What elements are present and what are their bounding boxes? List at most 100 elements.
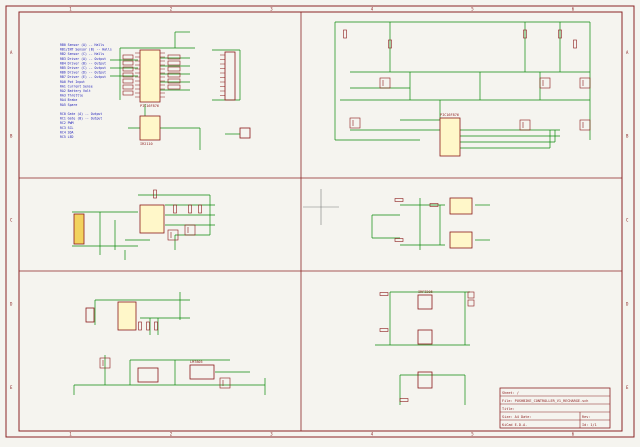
bridge-parts[interactable] (379, 291, 475, 402)
note-line: RA1 Current Sense (60, 84, 93, 88)
transistor[interactable] (579, 77, 591, 89)
title-block: Sheet: / File: PUSHBIKE_CONTROLLER_V1_RE… (499, 387, 611, 429)
title-kicad: KiCad E.D.A. (502, 423, 527, 427)
transistor[interactable] (539, 77, 551, 89)
note-line: RB6 Driver (D) -- Output (60, 71, 106, 75)
note-line: RB2 Sensor (C) -- Halls (60, 52, 104, 56)
border-col-label: 5 (471, 432, 474, 437)
resistor[interactable] (198, 204, 202, 214)
border-col-label: 3 (270, 7, 273, 12)
regulator-label: LM7805 (190, 360, 203, 364)
regulator-block[interactable]: LM7805 (137, 360, 215, 383)
border-row-label: A (10, 50, 13, 55)
resistor[interactable] (399, 398, 409, 402)
title-size-date: Size: A4 Date: (502, 415, 532, 419)
note-line: RB4 Driver (B) -- Output (60, 61, 106, 65)
note-line: RC4 SDA (60, 130, 74, 134)
mcu-label: PIC16F876 (140, 104, 159, 108)
note-line: RA0 Pot Input (60, 80, 85, 84)
driver-chip-mid[interactable] (139, 204, 165, 234)
crosshair-cursor (303, 189, 339, 225)
resistor[interactable] (573, 39, 577, 49)
notes-block: RB0 Sensor (A) -- HallsRB1/INT Sensor (B… (60, 43, 112, 139)
bottom-left-connector[interactable] (85, 307, 95, 323)
title-id: Id: 1/1 (582, 423, 597, 427)
net-label-box (167, 54, 181, 60)
net-label-box (122, 78, 134, 84)
border-col-label: 2 (170, 7, 173, 12)
border-col-label: 6 (572, 7, 575, 12)
net-label-box (167, 78, 181, 84)
resistor[interactable] (343, 29, 347, 39)
border-col-label: 4 (371, 7, 374, 12)
resistor[interactable] (379, 292, 389, 296)
resistor[interactable] (379, 328, 389, 332)
resistor[interactable] (146, 321, 150, 331)
title-rev: Rev: (582, 415, 590, 419)
driver-connector[interactable] (73, 213, 85, 245)
border-col-label: 6 (572, 432, 575, 437)
schematic-svg[interactable]: RB0 Sensor (A) -- HallsRB1/INT Sensor (B… (0, 0, 640, 443)
resistor[interactable] (394, 238, 404, 242)
note-line: RA4 Brake (60, 98, 77, 102)
note-line: RB0 Sensor (A) -- Halls (60, 43, 104, 47)
driver-label-top: IR2110 (140, 142, 153, 146)
transistor[interactable] (349, 117, 361, 129)
net-label-box (122, 72, 134, 78)
power-controller-chip[interactable]: PIC16F876 (439, 113, 461, 157)
mcu-chip[interactable]: PIC16F876 (135, 49, 165, 108)
border-col-label: 2 (170, 432, 173, 437)
border-row-label: B (626, 134, 629, 139)
transistor[interactable] (219, 377, 231, 389)
transistor[interactable] (519, 119, 531, 131)
border-row-label: B (10, 134, 13, 139)
border-row-label: C (626, 218, 629, 223)
net-label-box (167, 66, 181, 72)
border-col-label: 1 (69, 7, 72, 12)
note-line: RB1/INT Sensor (B) -- Halls (60, 48, 112, 52)
net-label-box (122, 60, 134, 66)
mosfet-1-label: IRF3205 (418, 290, 433, 294)
gate-driver-chip-2[interactable] (449, 231, 473, 249)
terminal[interactable] (467, 299, 475, 307)
net-label-box (167, 60, 181, 66)
bottom-left-parts[interactable] (99, 321, 231, 389)
schematic-canvas[interactable]: RB0 Sensor (A) -- Halls RB1/INT Sensor (B… (0, 0, 640, 443)
note-line: RC3 SCL (60, 126, 74, 130)
power-stage-wiring (334, 21, 591, 149)
resistor[interactable] (154, 321, 158, 331)
resistor[interactable] (138, 321, 142, 331)
net-label-box (122, 54, 134, 60)
bottom-left-chip[interactable] (117, 301, 137, 331)
resistor[interactable] (394, 198, 404, 202)
border-row-label: D (626, 301, 629, 306)
border-row-label: A (626, 50, 629, 55)
note-line: RA3 Throttle (60, 94, 83, 98)
note-line: RB7 Driver (E) -- Output (60, 75, 106, 79)
power-stage-parts[interactable] (343, 29, 591, 131)
mosfet-2[interactable] (417, 329, 433, 345)
transistor[interactable] (579, 119, 591, 131)
resistor[interactable] (188, 204, 192, 214)
note-line: RA5 Spare (60, 103, 77, 107)
title-title: Title: (502, 407, 515, 411)
transistor[interactable] (184, 224, 196, 236)
transistor[interactable] (379, 77, 391, 89)
note-line: RA2 Battery Volt (60, 89, 91, 93)
border-col-label: 1 (69, 432, 72, 437)
resistor[interactable] (153, 189, 157, 199)
controller-label: PIC16F876 (440, 113, 459, 117)
bottom-left-wiring (73, 292, 266, 395)
border-row-label: E (10, 385, 13, 390)
note-line: RC1 Gate (B) -- Output (60, 117, 102, 121)
mosfet-3[interactable] (417, 371, 433, 389)
title-sheet: Sheet: / (502, 391, 519, 395)
mosfet-1[interactable]: IRF3205 (417, 290, 433, 310)
note-line: RC5 LED (60, 135, 74, 139)
resistor[interactable] (173, 204, 177, 214)
header-connector-right[interactable] (220, 51, 236, 101)
driver-chip-top[interactable]: IR2110 (139, 115, 161, 146)
small-connector[interactable] (225, 127, 251, 139)
terminal[interactable] (467, 291, 475, 299)
gate-driver-chip-1[interactable] (449, 197, 473, 215)
